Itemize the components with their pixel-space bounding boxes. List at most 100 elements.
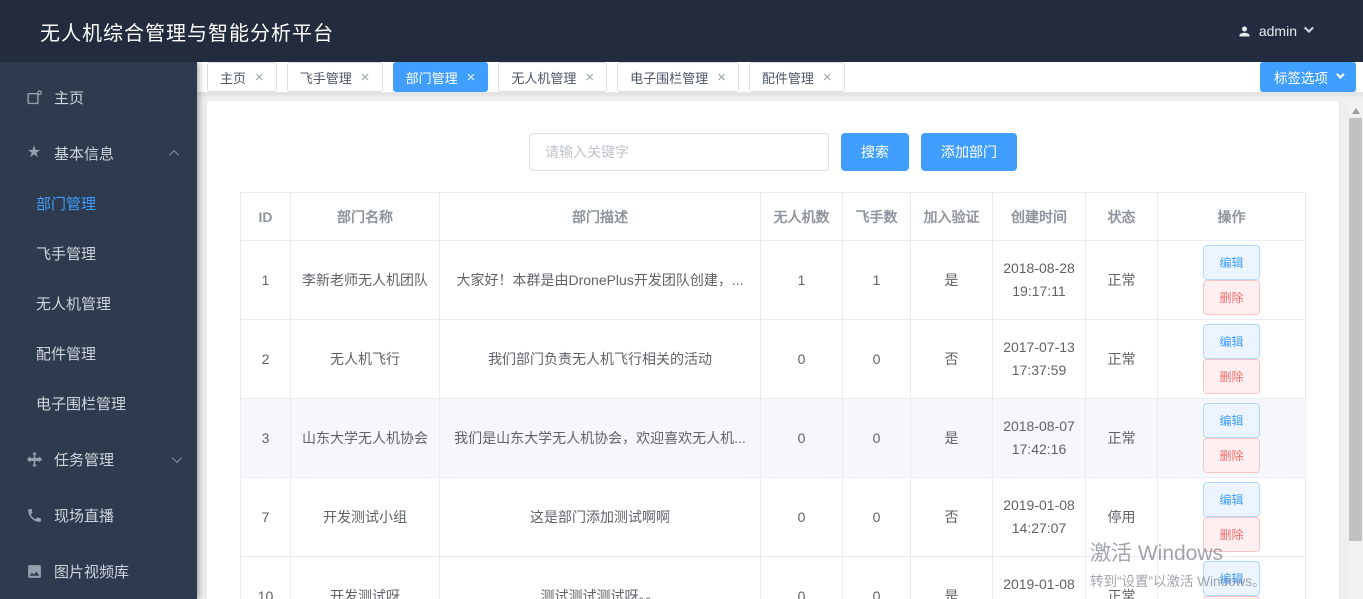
tab-options-button[interactable]: 标签选项 [1260,62,1356,92]
sidebar-item-parts-mgmt[interactable]: 配件管理 [0,328,197,378]
user-name: admin [1258,23,1297,39]
cell-name: 无人机飞行 [290,319,440,399]
edit-button[interactable]: 编辑 [1203,324,1260,359]
department-table-body: 1 李新老师无人机团队 大家好！本群是由DronePlus开发团队创建，... 1 1 是… [240,240,1306,599]
sidebar-item-media-library[interactable]: 图片视频库 [0,546,197,596]
main-area: 主页 × 飞手管理 × 部门管理 × 无人机管理 × 电子围栏管理 × 配件管理 × 标签选项 搜索 … [197,62,1363,599]
cell-actions: 编辑删除 [1157,319,1306,399]
add-department-button[interactable]: 添加部门 [921,133,1017,171]
tab-fence-mgmt[interactable]: 电子围栏管理 × [617,62,739,92]
cell-created-time: 2018-08-07 17:42:16 [992,398,1086,478]
cell-join-verify: 是 [910,240,993,320]
delete-button[interactable]: 删除 [1203,280,1260,315]
edit-button[interactable]: 编辑 [1203,482,1260,517]
app-header: 无人机综合管理与智能分析平台 admin [0,0,1363,62]
tab-label: 电子围栏管理 [630,70,709,86]
cell-actions: 编辑删除 [1157,477,1306,557]
cell-join-verify: 是 [910,556,993,599]
sidebar-item-department-mgmt[interactable]: 部门管理 [0,178,197,228]
cell-name: 开发测试呀 [290,556,440,599]
cell-pilot-count: 0 [842,477,911,557]
cell-id: 7 [240,477,291,557]
sidebar-item-label: 主页 [54,89,85,107]
user-menu[interactable]: admin [1237,23,1314,39]
cell-desc: 这是部门添加测试啊啊 [439,477,761,557]
table-row: 2 无人机飞行 我们部门负责无人机飞行相关的活动 0 0 否 2017-07-13 17:37… [240,319,1306,399]
tab-close-icon[interactable]: × [585,70,594,85]
cell-name: 山东大学无人机协会 [290,398,440,478]
cell-desc: 我们部门负责无人机飞行相关的活动 [439,319,761,399]
scrollbar-up-arrow-icon[interactable] [1351,108,1360,114]
tab-label: 配件管理 [761,70,814,86]
column-header: 飞手数 [842,192,911,241]
edit-button[interactable]: 编辑 [1203,245,1260,280]
scrollbar-thumb[interactable] [1349,118,1362,541]
tabs: 主页 × 飞手管理 × 部门管理 × 无人机管理 × 电子围栏管理 × 配件管理 × [207,62,845,92]
cell-name: 开发测试小组 [290,477,440,557]
created-clock: 17:42:16 [1011,441,1067,457]
column-header: 部门描述 [439,192,761,241]
tab-close-icon[interactable]: × [823,70,832,85]
cell-drone-count: 0 [760,398,843,478]
created-clock: 14:27:07 [1011,520,1067,536]
department-card: 搜索 添加部门 ID部门名称部门描述无人机数飞手数加入验证创建时间状态操作 1李… [207,101,1339,599]
search-input[interactable] [529,133,829,171]
sidebar-item-basic-info[interactable]: ★ 基本信息 [0,128,197,178]
column-header: 加入验证 [910,192,993,241]
sidebar-item-label: 无人机管理 [36,295,112,313]
vertical-scrollbar[interactable] [1348,103,1363,599]
tab-parts-mgmt[interactable]: 配件管理 × [748,62,845,92]
cell-status: 正常 [1085,398,1158,478]
created-date: 2018-08-28 [1003,259,1075,276]
app-title: 无人机综合管理与智能分析平台 [40,22,334,45]
column-header: 无人机数 [760,192,843,241]
column-header: ID [240,192,291,241]
cell-desc: 测试测试测试呀。。 [439,556,761,599]
content-area: 搜索 添加部门 ID部门名称部门描述无人机数飞手数加入验证创建时间状态操作 1李… [197,93,1363,599]
home-icon [25,88,43,106]
sidebar-item-task-mgmt[interactable]: 任务管理 [0,434,197,484]
tab-close-icon[interactable]: × [361,70,370,85]
tab-home[interactable]: 主页 × [207,62,277,92]
cell-drone-count: 0 [760,477,843,557]
tab-drone-mgmt[interactable]: 无人机管理 × [498,62,608,92]
tab-label: 主页 [220,70,247,86]
tab-close-icon[interactable]: × [467,70,476,85]
column-header: 操作 [1157,192,1306,241]
star-icon: ★ [26,144,42,161]
tab-close-icon[interactable]: × [717,70,726,85]
tab-department-mgmt[interactable]: 部门管理 × [392,62,489,92]
delete-button[interactable]: 删除 [1203,517,1260,552]
cell-drone-count: 0 [760,319,843,399]
edit-button[interactable]: 编辑 [1203,403,1260,438]
created-date: 2019-01-08 [1003,496,1075,513]
created-date: 2017-07-13 [1003,338,1075,355]
sidebar: 主页 ★ 基本信息部门管理 飞手管理无人机管理配件管理 电子围栏管理 任务管理现场直播图片… [0,62,197,599]
cell-actions: 编辑删除 [1157,398,1306,478]
department-table: ID 部门名称 部门描述 无人机数 飞手数 加入验证 创建时间 状态 操作 1 李新老师无人机团队… [240,192,1306,599]
cell-actions: 编辑删除 [1157,556,1306,599]
cell-status: 正常 [1085,319,1158,399]
search-button[interactable]: 搜索 [841,133,909,171]
delete-button[interactable]: 删除 [1203,359,1260,394]
tab-close-icon[interactable]: × [255,70,264,85]
sidebar-item-home[interactable]: 主页 [0,72,197,122]
created-date: 2019-01-08 [1003,575,1075,592]
chevron-down-icon [1336,69,1345,79]
sidebar-item-label: 图片视频库 [54,563,130,581]
cell-join-verify: 是 [910,398,993,478]
sidebar-item-label: 基本信息 [54,145,115,163]
edit-button[interactable]: 编辑 [1203,561,1260,596]
delete-button[interactable]: 删除 [1203,438,1260,473]
sidebar-item-live-stream[interactable]: 现场直播 [0,490,197,540]
sidebar-item-pilot-mgmt[interactable]: 飞手管理 [0,228,197,278]
chevron-down-icon [1303,23,1314,34]
sidebar-item-drone-mgmt[interactable]: 无人机管理 [0,278,197,328]
cell-pilot-count: 0 [842,556,911,599]
tab-pilot-mgmt[interactable]: 飞手管理 × [286,62,383,92]
sidebar-item-fence-mgmt[interactable]: 电子围栏管理 [0,378,197,428]
table-row: 3 山东大学无人机协会 我们是山东大学无人机协会，欢迎喜欢无人机... 0 0 是 2018… [240,398,1306,478]
tab-label: 飞手管理 [299,70,352,86]
created-clock: 17:37:59 [1011,362,1067,378]
created-clock: 19:17:11 [1012,283,1066,299]
